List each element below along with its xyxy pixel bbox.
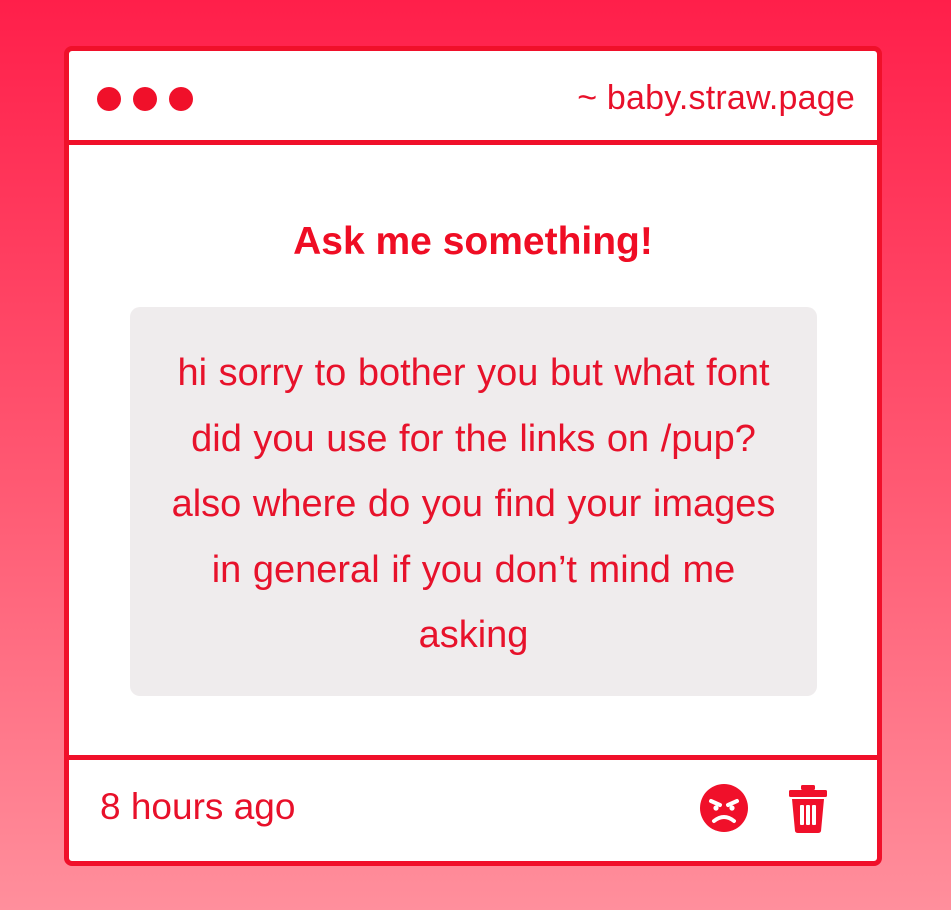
prompt-heading: Ask me something! [293, 220, 653, 263]
browser-window: ~ baby.straw.page Ask me something! hi s… [64, 46, 882, 866]
page-url: ~ baby.straw.page [577, 79, 855, 117]
question-card: Ask me something! hi sorry to bother you… [69, 145, 877, 759]
question-timestamp: 8 hours ago [100, 786, 296, 827]
question-box: hi sorry to bother you but what font did… [130, 307, 817, 696]
window-control-dot [169, 87, 193, 111]
angry-face-icon[interactable] [699, 782, 749, 834]
window-controls [97, 87, 193, 111]
window-titlebar: ~ baby.straw.page [69, 51, 877, 145]
question-text: hi sorry to bother you but what font did… [171, 352, 776, 656]
card-footer: 8 hours ago [69, 755, 877, 861]
window-control-dot [133, 87, 157, 111]
window-control-dot [97, 87, 121, 111]
footer-actions [699, 782, 833, 834]
trash-icon[interactable] [783, 782, 833, 834]
